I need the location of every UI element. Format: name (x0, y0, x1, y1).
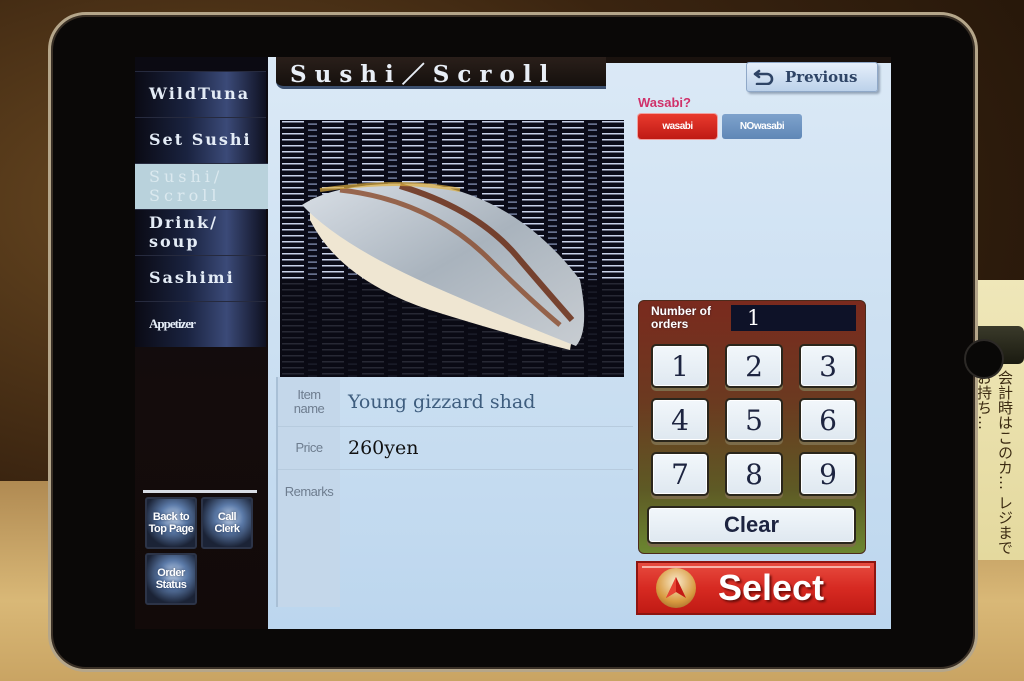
select-arrow-icon (656, 568, 696, 608)
sidebar-item-label: Set Sushi (149, 130, 252, 150)
page-title-text: Sushi／Scroll (290, 60, 557, 88)
key-1[interactable]: 1 (651, 344, 709, 388)
select-highlight (642, 566, 870, 568)
key-3[interactable]: 3 (799, 344, 857, 388)
price-value: 260yen (348, 437, 419, 459)
item-name-label: Item name (278, 377, 340, 426)
key-2[interactable]: 2 (725, 344, 783, 388)
sidebar-divider (143, 490, 257, 493)
wasabi-question: Wasabi? (638, 95, 691, 110)
sidebar-item-wildtuna[interactable]: WildTuna (135, 71, 266, 117)
back-arrow-icon (753, 69, 774, 85)
sidebar-item-sushi-scroll[interactable]: Sushi/ Scroll (135, 163, 268, 209)
item-info-table: Item name Young gizzard shad Price 260ye… (276, 377, 633, 607)
key-8[interactable]: 8 (725, 452, 783, 496)
wasabi-yes-label: wasabi (662, 121, 693, 132)
item-name-row: Item name Young gizzard shad (278, 377, 633, 427)
wasabi-no-label: NOwasabi (739, 121, 785, 132)
order-status-label: Order Status (155, 566, 187, 591)
wasabi-yes-button[interactable]: wasabi (638, 114, 717, 139)
ordering-screen: WildTuna Set Sushi Sushi/ Scroll Drink/ … (135, 57, 891, 629)
orders-count-display: 1 (731, 305, 856, 331)
sidebar-item-label: Drink/ soup (149, 213, 218, 251)
key-4[interactable]: 4 (651, 398, 709, 442)
page-title: Sushi／Scroll (276, 57, 606, 89)
back-to-top-label: Back to Top Page (148, 510, 194, 535)
previous-button[interactable]: Previous (746, 62, 878, 92)
main-panel: Sushi／Scroll Previous Wasabi? wasabi NOw… (268, 57, 891, 629)
sidebar-item-appetizer[interactable]: Appetizer (135, 301, 266, 347)
category-sidebar: WildTuna Set Sushi Sushi/ Scroll Drink/ … (135, 57, 268, 629)
orders-count-label: Number of orders (651, 304, 711, 331)
select-button[interactable]: Select (636, 561, 876, 615)
select-label: Select (718, 567, 825, 608)
remarks-value (340, 470, 348, 607)
item-name-value: Young gizzard shad (348, 390, 536, 413)
sidebar-item-label: WildTuna (149, 84, 251, 104)
key-5[interactable]: 5 (725, 398, 783, 442)
home-button[interactable] (964, 339, 1004, 379)
price-label: Price (278, 427, 340, 469)
order-keypad: Number of orders 1 1 2 3 4 5 6 7 8 9 Cle… (638, 300, 866, 554)
back-to-top-button[interactable]: Back to Top Page (145, 497, 197, 549)
previous-label: Previous (785, 68, 858, 86)
clear-button[interactable]: Clear (647, 506, 856, 544)
remarks-label: Remarks (278, 470, 340, 607)
sushi-photo-icon (280, 120, 624, 377)
sidebar-item-sashimi[interactable]: Sashimi (135, 255, 266, 301)
order-status-button[interactable]: Order Status (145, 553, 197, 605)
key-7[interactable]: 7 (651, 452, 709, 496)
sidebar-item-label: Sashimi (149, 268, 235, 288)
call-clerk-button[interactable]: Call Clerk (201, 497, 253, 549)
key-9[interactable]: 9 (799, 452, 857, 496)
key-6[interactable]: 6 (799, 398, 857, 442)
item-photo (280, 120, 624, 377)
sidebar-item-drink-soup[interactable]: Drink/ soup (135, 209, 266, 255)
sidebar-item-label: Sushi/ Scroll (149, 167, 224, 205)
price-row: Price 260yen (278, 427, 633, 470)
table-card-text: 会計時はこのカ… レジまでお持ち… (975, 370, 1014, 555)
table-card: 会計時はこのカ… レジまでお持ち… (972, 280, 1024, 560)
wasabi-no-button[interactable]: NOwasabi (722, 114, 802, 139)
call-clerk-label: Call Clerk (214, 510, 240, 535)
sidebar-item-label: Appetizer (149, 316, 196, 332)
sidebar-item-set-sushi[interactable]: Set Sushi (135, 117, 266, 163)
remarks-row: Remarks (278, 470, 633, 607)
